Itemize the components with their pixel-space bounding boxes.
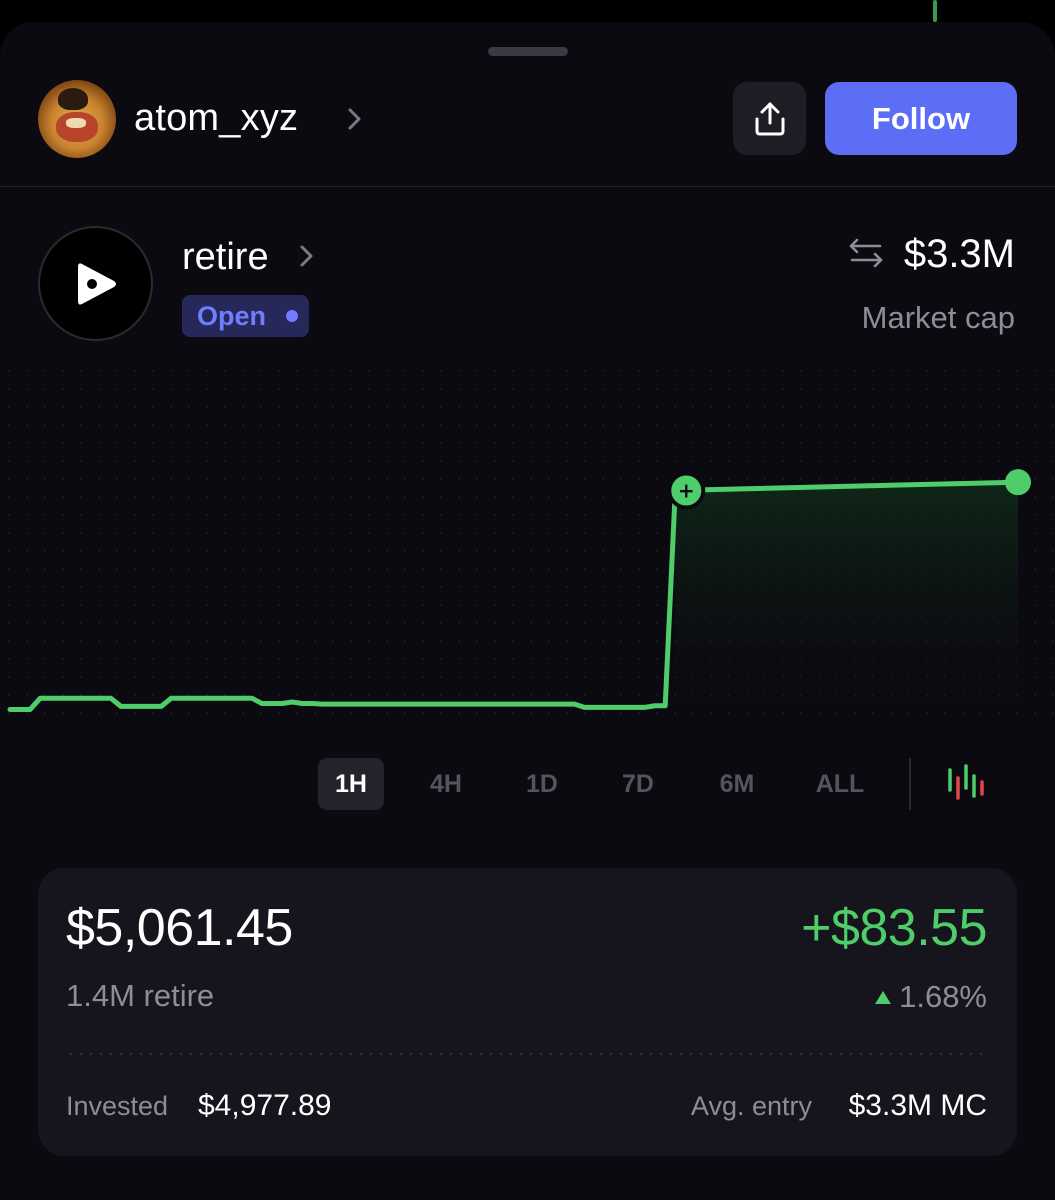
avg-entry-value: $3.3M MC — [848, 1089, 987, 1122]
triangle-up-icon — [875, 990, 892, 1004]
position-amount: 1.4M retire — [66, 978, 215, 1013]
avg-entry-label: Avg. entry — [690, 1091, 812, 1121]
token-chevron-right-icon[interactable] — [297, 241, 317, 271]
pnl-percent-value: 1.68% — [899, 979, 987, 1014]
swap-arrows-icon[interactable] — [848, 235, 884, 271]
invested-label: Invested — [66, 1091, 169, 1121]
avatar[interactable] — [38, 80, 116, 158]
chevron-right-icon[interactable] — [344, 104, 366, 134]
status-badge: Open — [182, 295, 309, 337]
invested-value: $4,977.89 — [198, 1089, 332, 1122]
pnl-value: +$83.55 — [801, 899, 987, 957]
header-divider — [0, 186, 1055, 187]
timeframe-1h[interactable]: 1H — [318, 758, 384, 810]
token-logo[interactable] — [38, 226, 153, 341]
timeframe-4h[interactable]: 4H — [414, 758, 478, 810]
pnl-percent: 1.68% — [875, 976, 987, 1018]
timeframe-6m[interactable]: 6M — [704, 758, 770, 810]
buy-marker: + — [667, 471, 706, 510]
background-chart-line — [933, 0, 937, 22]
username[interactable]: atom_xyz — [134, 94, 298, 142]
sheet-grabber[interactable] — [488, 47, 568, 56]
svg-text:+: + — [678, 478, 695, 502]
timeframe-1d[interactable]: 1D — [510, 758, 574, 810]
follow-button[interactable]: Follow — [825, 82, 1017, 155]
chart-area-fill — [675, 482, 1018, 732]
status-dot — [286, 310, 298, 322]
candlestick-chart-icon[interactable] — [944, 764, 984, 804]
position-card[interactable]: $5,061.45 1.4M retire +$83.55 1.68% Inve… — [38, 868, 1017, 1156]
share-icon — [755, 102, 784, 135]
current-price-marker — [1005, 469, 1031, 496]
price-chart[interactable]: + — [0, 362, 1055, 742]
play-icon — [77, 262, 116, 305]
status-label: Open — [197, 300, 267, 331]
market-cap-label: Market cap — [861, 300, 1015, 335]
share-button[interactable] — [733, 82, 806, 155]
timeframe-divider — [909, 758, 911, 810]
timeframe-7d[interactable]: 7D — [606, 758, 670, 810]
market-cap-value: $3.3M — [903, 232, 1015, 276]
timeframe-all[interactable]: ALL — [808, 758, 872, 810]
position-value: $5,061.45 — [66, 899, 293, 957]
card-divider — [66, 1053, 987, 1055]
token-name[interactable]: retire — [182, 234, 269, 280]
